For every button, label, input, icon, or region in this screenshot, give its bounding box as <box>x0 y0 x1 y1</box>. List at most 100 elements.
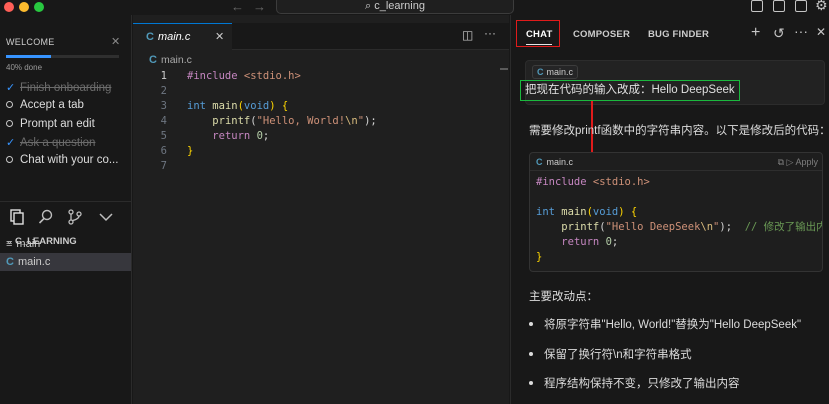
suggested-code-line: int main(void) { <box>536 206 638 218</box>
explorer-item-label: main <box>16 238 41 250</box>
summary-bullet: 保留了换行符\n和字符串格式 <box>529 346 692 362</box>
summary-bullet: 将原字符串"Hello, World!"替换为"Hello DeepSeek" <box>529 316 801 332</box>
source-control-icon[interactable] <box>66 208 84 226</box>
line-number: 4 <box>160 115 167 127</box>
welcome-item-ask-question[interactable]: ✓ Ask a question <box>6 136 130 149</box>
welcome-item-chat-codebase[interactable]: Chat with your co... <box>6 154 130 166</box>
copy-icon[interactable]: ⧉ <box>778 157 787 167</box>
search-icon: ⌕ <box>365 0 375 12</box>
title-bar: ← → ⌕ c_learning ⚙ <box>0 0 829 15</box>
welcome-title: WELCOME <box>6 37 55 47</box>
files-icon[interactable] <box>8 208 26 226</box>
more-actions-icon[interactable]: ··· <box>484 26 496 40</box>
ai-response-intro: 需要修改printf函数中的字符串内容。以下是修改后的代码： <box>529 125 829 137</box>
welcome-item-prompt-edit[interactable]: Prompt an edit <box>6 118 130 130</box>
search-icon[interactable] <box>37 208 55 226</box>
line-number: 1 <box>160 70 167 82</box>
breadcrumb-file: main.c <box>160 54 192 66</box>
close-icon[interactable]: ✕ <box>215 24 224 50</box>
chevron-down-icon[interactable] <box>97 208 115 226</box>
explorer-item-main[interactable]: ≡ main <box>0 235 131 253</box>
chat-panel: CHAT COMPOSER BUG FINDER + ↺ ··· ✕ Cmain… <box>510 15 829 404</box>
circle-icon <box>6 101 13 108</box>
apply-label: Apply <box>795 157 818 167</box>
app-window: ← → ⌕ c_learning ⚙ WELCOME ✕ 40% done ✓ F… <box>0 0 829 404</box>
line-number: 6 <box>160 145 167 157</box>
bullet-dot <box>529 352 533 356</box>
bullet-text: 保留了换行符\n和字符串格式 <box>544 349 692 361</box>
summary-bullet: 程序结构保持不变，只修改了输出内容 <box>529 375 740 391</box>
c-file-icon: C <box>537 67 544 77</box>
circle-icon <box>6 120 13 127</box>
progress-fill <box>6 55 52 58</box>
welcome-item-label: Ask a question <box>20 137 96 149</box>
file-lines-icon: ≡ <box>6 238 13 250</box>
code-block-filename: main.c <box>546 157 574 167</box>
arrow-right-icon[interactable]: → <box>253 0 266 14</box>
file-chip[interactable]: Cmain.c <box>532 65 579 79</box>
user-message-text: 把现在代码的输入改成：Hello DeepSeek <box>520 80 740 101</box>
welcome-item-finish-onboarding[interactable]: ✓ Finish onboarding <box>6 81 130 94</box>
toggle-sidebar-icon[interactable] <box>751 0 763 12</box>
c-file-icon: C <box>536 157 543 167</box>
circle-icon <box>6 156 13 163</box>
code-text: return 0; <box>212 130 270 142</box>
sidebar-divider <box>0 201 132 202</box>
summary-title: 主要改动点： <box>529 291 598 303</box>
welcome-item-label: Chat with your co... <box>20 154 119 166</box>
breadcrumb[interactable]: Cmain.c <box>149 54 192 66</box>
active-tab-indicator <box>526 44 552 45</box>
code-text: } <box>187 145 194 157</box>
progress-label: 40% done <box>6 63 43 72</box>
plus-icon[interactable]: + <box>751 24 760 42</box>
user-message-bubble[interactable]: Cmain.c 把现在代码的输入改成：Hello DeepSeek <box>520 60 825 105</box>
history-icon[interactable]: ↺ <box>773 25 785 42</box>
sidebar: WELCOME ✕ 40% done ✓ Finish onboarding Ac… <box>0 15 132 404</box>
maximize-window-button[interactable] <box>34 2 44 12</box>
editor-tab-bar: Cmain.c ✕ <box>133 23 509 50</box>
bullet-text: 将原字符串"Hello, World!"替换为"Hello DeepSeek" <box>544 319 802 331</box>
c-file-icon: C <box>149 54 157 66</box>
split-editor-icon[interactable]: ◫ <box>462 28 473 42</box>
minimap-slider[interactable] <box>500 68 508 70</box>
suggested-code-line: #include <stdio.h> <box>536 176 650 188</box>
code-block-header: Cmain.c ⧉ ▷ Apply <box>530 153 822 171</box>
search-text: c_learning <box>374 0 425 12</box>
tab-main-c[interactable]: Cmain.c ✕ <box>133 23 232 50</box>
check-icon: ✓ <box>6 137 16 149</box>
apply-button[interactable]: ⧉ ▷ Apply <box>778 153 818 171</box>
suggested-code-line: return 0; <box>561 236 619 248</box>
bullet-dot <box>529 322 533 326</box>
close-icon[interactable]: ✕ <box>816 25 826 39</box>
code-text: printf("Hello, World!\n"); <box>212 115 377 127</box>
bullet-text: 程序结构保持不变，只修改了输出内容 <box>544 378 740 390</box>
close-window-button[interactable] <box>4 2 14 12</box>
minimize-window-button[interactable] <box>19 2 29 12</box>
code-editor: Cmain.c ✕ ◫ ··· Cmain.c 1 #include <stdio.… <box>133 15 509 404</box>
arrow-left-icon[interactable]: ← <box>231 0 244 14</box>
toggle-secondary-sidebar-icon[interactable] <box>795 0 807 12</box>
bullet-dot <box>529 381 533 385</box>
check-icon: ✓ <box>6 82 16 94</box>
welcome-item-label: Prompt an edit <box>20 118 95 130</box>
gear-icon[interactable]: ⚙ <box>815 0 828 14</box>
c-file-icon: C <box>146 31 154 43</box>
toggle-panel-icon[interactable] <box>773 0 785 12</box>
tab-chat[interactable]: CHAT <box>526 29 552 40</box>
explorer-item-label: main.c <box>17 256 51 268</box>
suggested-code-line: printf("Hello DeepSeek\n"); // 修改了输出内容 <box>561 221 822 233</box>
file-chip-label: main.c <box>546 67 574 77</box>
welcome-item-accept-tab[interactable]: Accept a tab <box>6 99 130 111</box>
line-number: 5 <box>160 130 167 142</box>
line-number: 3 <box>160 100 167 112</box>
explorer-item-main-c[interactable]: Cmain.c <box>0 253 131 271</box>
code-text: int main(void) { <box>187 100 289 112</box>
welcome-item-label: Finish onboarding <box>20 82 112 94</box>
tab-composer[interactable]: COMPOSER <box>573 29 630 40</box>
close-icon[interactable]: ✕ <box>111 35 120 48</box>
command-search-box[interactable]: ⌕ c_learning <box>276 0 514 14</box>
suggested-code-line: } <box>536 251 543 263</box>
tab-bug-finder[interactable]: BUG FINDER <box>648 29 709 40</box>
more-actions-icon[interactable]: ··· <box>794 23 808 39</box>
welcome-item-label: Accept a tab <box>20 99 84 111</box>
